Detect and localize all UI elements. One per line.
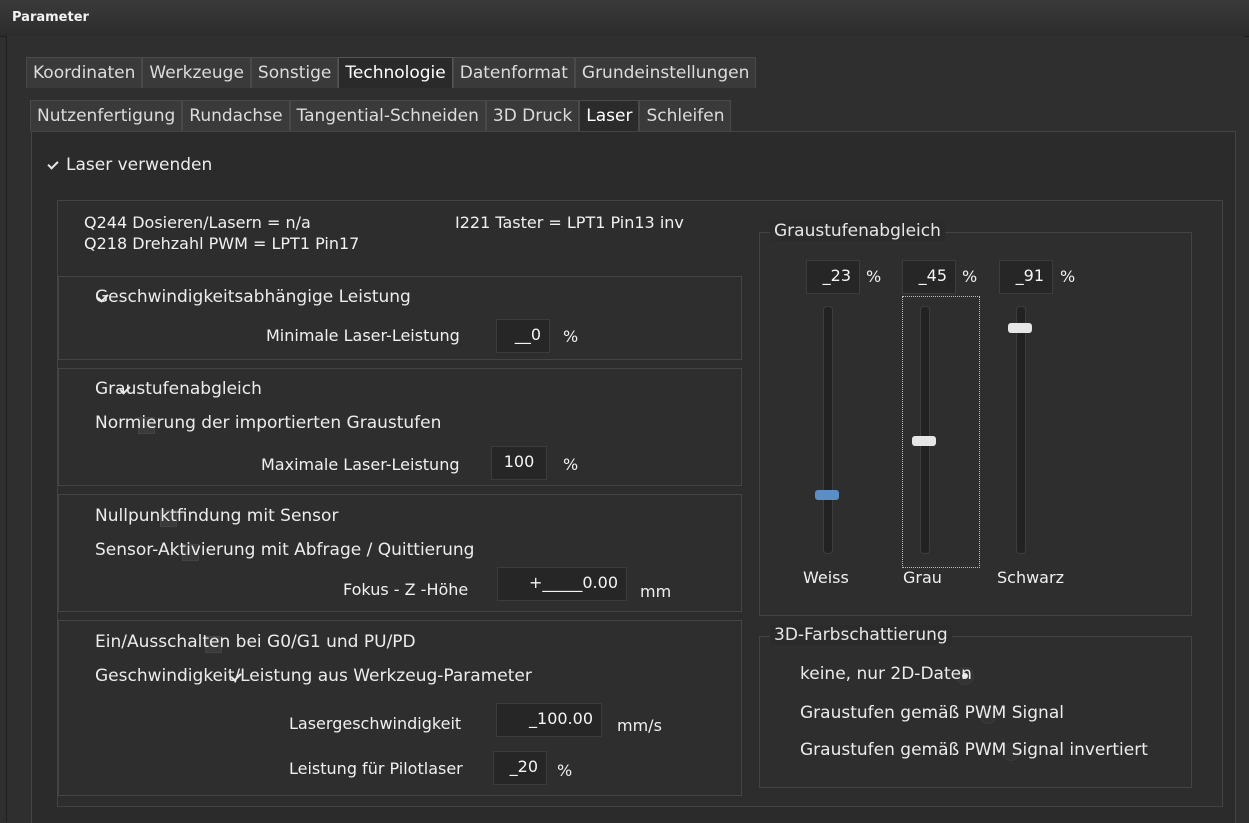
- min-power-unit: %: [563, 327, 579, 346]
- weiss-label: Weiss: [803, 568, 849, 587]
- tab-grundeinstellungen[interactable]: Grundeinstellungen: [574, 57, 757, 88]
- zero-sensor-label: Nullpunktfindung mit Sensor: [95, 506, 339, 526]
- tab-sonstige[interactable]: Sonstige: [250, 57, 339, 88]
- shading-option-pwm-label: Graustufen gemäß PWM Signal: [800, 703, 1064, 723]
- weiss-unit: %: [866, 267, 882, 286]
- tab-laser[interactable]: Laser: [579, 100, 640, 131]
- use-laser-checkbox[interactable]: [44, 158, 61, 175]
- q218-info: Q218 Drehzahl PWM = LPT1 Pin17: [84, 234, 360, 253]
- schwarz-slider-track[interactable]: [1016, 306, 1026, 554]
- shading-option-none-label: keine, nur 2D-Daten: [800, 664, 972, 684]
- tab-nutzenfertigung[interactable]: Nutzenfertigung: [30, 100, 183, 131]
- min-power-input[interactable]: __0: [496, 319, 550, 353]
- grau-focus-outline: [902, 296, 980, 568]
- tab-technologie[interactable]: Technologie: [338, 57, 453, 88]
- tab-schleifen[interactable]: Schleifen: [639, 100, 732, 131]
- max-power-label: Maximale Laser-Leistung: [261, 455, 460, 474]
- g0g1-label: Ein/Ausschalten bei G0/G1 und PU/PD: [95, 632, 416, 652]
- title-bar: Parameter: [0, 0, 1249, 37]
- laser-speed-unit: mm/s: [617, 716, 662, 735]
- gray-label: Graustufenabgleich: [95, 379, 262, 399]
- grau-slider-handle[interactable]: [912, 436, 936, 446]
- tab-rundachse[interactable]: Rundachse: [182, 100, 290, 131]
- sensor-activation-label: Sensor-Aktivierung mit Abfrage / Quittie…: [95, 540, 475, 560]
- weiss-slider-handle[interactable]: [815, 490, 839, 500]
- grau-label: Grau: [903, 568, 942, 587]
- grau-value-input[interactable]: _45: [902, 260, 956, 294]
- i221-info: I221 Taster = LPT1 Pin13 inv: [455, 213, 684, 232]
- from-tool-label: Geschwindigkeit/Leistung aus Werkzeug-Pa…: [95, 666, 532, 686]
- tab-datenformat[interactable]: Datenformat: [452, 57, 575, 88]
- tab-werkzeuge[interactable]: Werkzeuge: [142, 57, 251, 88]
- sub-tab-bar: Nutzenfertigung Rundachse Tangential-Sch…: [30, 100, 732, 131]
- q244-info: Q244 Dosieren/Lasern = n/a: [84, 213, 311, 232]
- speed-power-label: Geschwindigkeitsabhängige Leistung: [95, 287, 411, 307]
- schwarz-unit: %: [1060, 267, 1076, 286]
- window-title: Parameter: [12, 10, 89, 25]
- min-power-label: Minimale Laser-Leistung: [266, 326, 460, 345]
- schwarz-slider-handle[interactable]: [1008, 323, 1032, 333]
- focus-unit: mm: [640, 582, 672, 601]
- gray-balance-title: Graustufenabgleich: [770, 221, 945, 241]
- tab-koordinaten[interactable]: Koordinaten: [26, 57, 143, 88]
- focus-input[interactable]: +_____0.00: [497, 567, 627, 601]
- max-power-input[interactable]: 100: [491, 446, 547, 480]
- schwarz-label: Schwarz: [997, 568, 1064, 587]
- pilot-power-unit: %: [557, 761, 573, 780]
- main-tab-bar: Koordinaten Werkzeuge Sonstige Technolog…: [26, 57, 757, 88]
- tab-3d-druck[interactable]: 3D Druck: [485, 100, 580, 131]
- tab-tangential-schneiden[interactable]: Tangential-Schneiden: [289, 100, 486, 131]
- normalize-label: Normierung der importierten Graustufen: [95, 413, 442, 433]
- schwarz-value-input[interactable]: _91: [999, 260, 1053, 294]
- focus-label: Fokus - Z -Höhe: [343, 580, 469, 599]
- weiss-value-input[interactable]: _23: [806, 260, 860, 294]
- laser-speed-input[interactable]: _100.00: [496, 703, 602, 737]
- weiss-slider-track[interactable]: [823, 306, 833, 554]
- pilot-power-label: Leistung für Pilotlaser: [289, 759, 463, 778]
- shading-title: 3D-Farbschattierung: [770, 625, 952, 645]
- max-power-unit: %: [563, 455, 579, 474]
- use-laser-label: Laser verwenden: [66, 155, 213, 175]
- laser-speed-label: Lasergeschwindigkeit: [289, 714, 462, 733]
- shading-option-pwm-inverted-label: Graustufen gemäß PWM Signal invertiert: [800, 740, 1148, 760]
- grau-slider-track[interactable]: [920, 306, 930, 554]
- grau-unit: %: [962, 267, 978, 286]
- pilot-power-input[interactable]: _20: [493, 751, 547, 785]
